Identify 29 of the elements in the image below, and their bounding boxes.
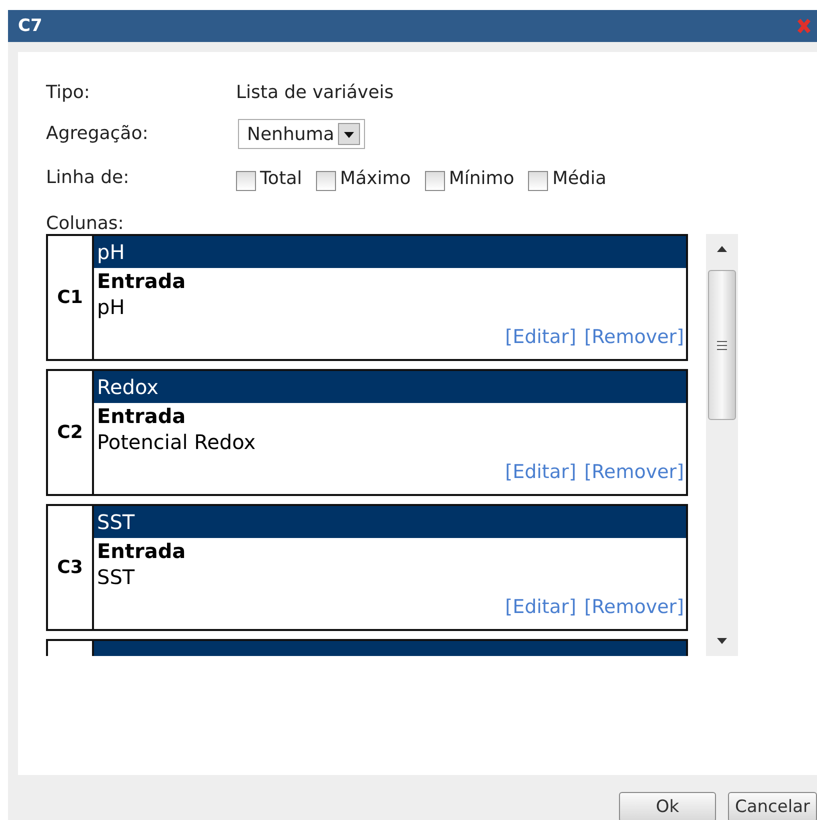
field-label: Tipo:	[46, 82, 91, 103]
field-label: Linha de:	[46, 166, 130, 188]
checkbox[interactable]: Máximo	[316, 165, 411, 191]
action-link[interactable]: [Remover]	[584, 326, 684, 348]
dialog-button[interactable]: Ok	[619, 792, 716, 820]
section-label: Colunas:	[46, 213, 125, 234]
column-variable: Potencial Redox	[96, 429, 257, 455]
aggregation-dropdown[interactable]: Nenhuma	[238, 119, 366, 149]
window-title: C7	[18, 16, 42, 36]
checkbox[interactable]: Total	[236, 165, 302, 191]
field-value: Lista de variáveis	[236, 82, 394, 103]
column-header: SST	[94, 506, 686, 538]
column-variable: SST	[96, 564, 136, 590]
dialog-button[interactable]: Cancelar	[728, 792, 817, 820]
column-header: Redox	[94, 371, 686, 403]
column-variable: pH	[96, 294, 126, 320]
field-label: Agregação:	[46, 122, 150, 144]
action-link[interactable]: [Remover]	[584, 596, 684, 618]
column-kind: Entrada	[96, 403, 187, 429]
action-link[interactable]: [Remover]	[584, 461, 684, 483]
column-kind: Entrada	[96, 268, 187, 294]
scrollbar[interactable]	[706, 234, 738, 656]
column-header: pH	[94, 236, 686, 268]
action-link[interactable]: [Editar]	[505, 596, 576, 618]
column-kind: Entrada	[96, 538, 187, 564]
action-link[interactable]: [Editar]	[505, 461, 576, 483]
action-link[interactable]: [Editar]	[505, 326, 576, 348]
checkbox[interactable]: Média	[528, 165, 606, 191]
checkbox[interactable]: Mínimo	[424, 165, 514, 191]
